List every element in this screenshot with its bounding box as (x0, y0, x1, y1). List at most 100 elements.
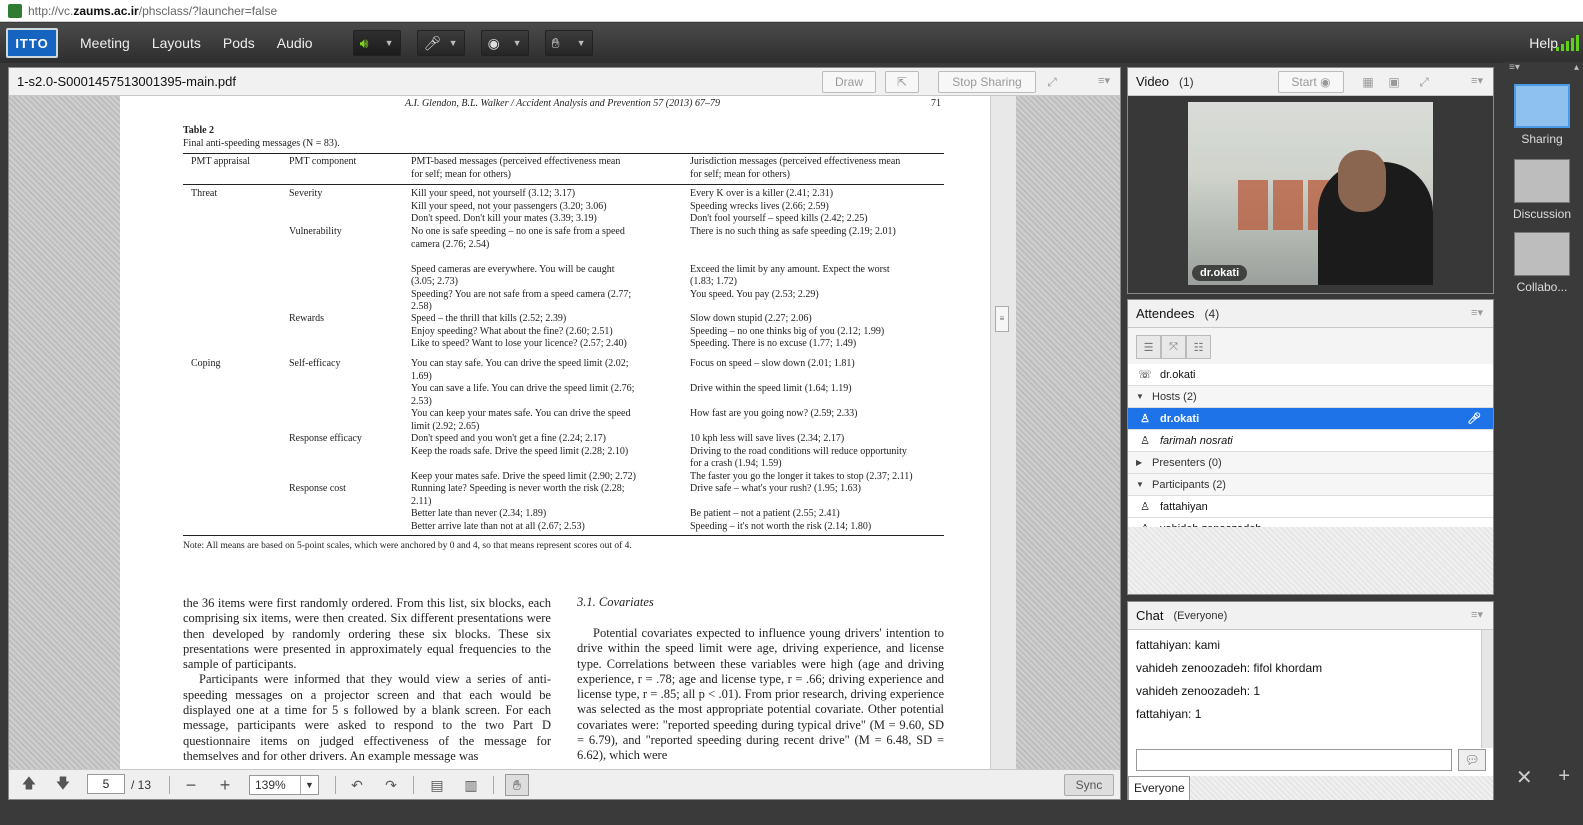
right-column: Potential covariates expected to influen… (577, 626, 944, 763)
table-cell: Vulnerability (289, 226, 342, 237)
next-page-icon[interactable]: 🡇 (51, 774, 75, 796)
microphone-button[interactable]: 🎤︎ ▼ (416, 30, 465, 56)
raise-hand-button[interactable]: ✋︎ ▼ (544, 30, 593, 56)
layouts-menu-icon[interactable]: ≡▾ (1509, 62, 1520, 73)
single-page-icon[interactable]: ▤ (425, 774, 449, 796)
webcam-button[interactable]: ◉ ▼ (480, 30, 529, 56)
list-item[interactable]: ♙ fattahiyan (1128, 496, 1493, 518)
help-menu[interactable]: Help (1529, 35, 1558, 51)
menu-pods[interactable]: Pods (223, 35, 255, 51)
page-number-input[interactable]: 5 (87, 774, 125, 794)
draw-button[interactable]: Draw (822, 71, 876, 93)
chevron-down-icon[interactable]: ▼ (577, 38, 586, 48)
zoom-select[interactable]: 139% ▼ (249, 775, 319, 795)
table-header-cell: PMT appraisal (191, 156, 250, 167)
chat-tab-everyone[interactable]: Everyone (1128, 776, 1190, 800)
breakout-icon[interactable]: ⤧ (1161, 335, 1186, 359)
chat-input[interactable] (1136, 749, 1452, 771)
chat-message: fattahiyan: 1 (1136, 707, 1202, 721)
collapse-panel-icon[interactable]: ▴ (1574, 62, 1579, 73)
presenter-head (1338, 150, 1386, 212)
layout-discussion[interactable]: Discussion (1507, 159, 1577, 221)
chevron-down-icon[interactable]: ▼ (300, 776, 318, 794)
chevron-down-icon[interactable]: ▼ (449, 38, 458, 48)
layout-label: Collabo... (1516, 280, 1568, 294)
pod-options-icon[interactable]: ≡▾ (1471, 608, 1483, 621)
menu-layouts[interactable]: Layouts (152, 35, 201, 51)
sync-button[interactable]: Sync (1064, 774, 1114, 796)
chat-scrollbar[interactable] (1481, 630, 1493, 748)
filmstrip-view-icon[interactable]: ▣ (1382, 71, 1406, 93)
zoom-in-icon[interactable]: + (213, 774, 237, 796)
two-page-icon[interactable]: ▥ (459, 774, 483, 796)
video-pod-header: Video (1) Start ◉ ▦ ▣ ⤢ ≡▾ (1128, 68, 1493, 96)
table-caption: Final anti-speeding messages (N = 83). (183, 138, 340, 149)
layout-sharing[interactable]: Sharing (1507, 84, 1577, 146)
rotate-left-icon[interactable]: ↶ (345, 774, 369, 796)
table-header-cell: Jurisdiction messages (perceived effecti… (690, 156, 901, 180)
expand-icon[interactable]: ▼ (1136, 392, 1146, 401)
list-view-icon[interactable]: ☰ (1136, 335, 1161, 359)
table-cell: Self-efficacy (289, 358, 341, 369)
start-webcam-button[interactable]: Start ◉ (1278, 71, 1344, 93)
attendees-pod-header: Attendees (4) ≡▾ (1128, 300, 1493, 328)
speech-bubble-icon: 💬︎ (1464, 753, 1480, 767)
chat-pod: Chat (Everyone) ≡▾ fattahiyan: kami vahi… (1127, 601, 1494, 800)
pod-options-icon[interactable]: ≡▾ (1471, 306, 1483, 319)
layout-collaboration[interactable]: Collabo... (1507, 232, 1577, 294)
layout-thumbnail (1514, 159, 1570, 203)
hand-tool-icon[interactable]: ✋︎ (505, 774, 529, 796)
phone-icon: ☏ (1138, 369, 1152, 381)
pointer-button[interactable]: ⇱ (885, 71, 919, 93)
pod-options-icon[interactable]: ≡▾ (1471, 74, 1483, 87)
document-scrollbar[interactable]: ≡ (990, 96, 1016, 769)
document-title: 1-s2.0-S0001457513001395-main.pdf (17, 74, 237, 89)
logo: ITTO (6, 28, 58, 58)
status-view-icon[interactable]: ☷ (1186, 335, 1211, 359)
table-cell: Drive safe – what's your rush? (1.95; 1.… (690, 483, 872, 532)
send-message-button[interactable]: 💬︎ (1458, 749, 1486, 771)
speaker-button[interactable]: 🔊︎ ▼ (352, 30, 401, 56)
menu-meeting[interactable]: Meeting (80, 35, 130, 51)
chevron-down-icon[interactable]: ▼ (513, 38, 522, 48)
delete-layout-icon[interactable]: ✕ (1516, 765, 1533, 790)
table-cell: Response cost (289, 483, 346, 494)
site-icon (8, 3, 22, 18)
add-layout-icon[interactable]: + (1558, 765, 1570, 790)
speaker-icon: 🔊︎ (359, 34, 369, 51)
table-cell: Slow down stupid (2.27; 2.06) Speeding –… (690, 313, 885, 349)
rotate-right-icon[interactable]: ↷ (379, 774, 403, 796)
table-cell: Speed – the thrill that kills (2.52; 2.3… (411, 313, 627, 349)
chat-messages: fattahiyan: kami vahideh zenoozadeh: fif… (1136, 638, 1481, 730)
url-text[interactable]: http://vc.zaums.ac.ir/phsclass/?launcher… (28, 4, 277, 18)
document-viewer[interactable]: A.I. Glendon, B.L. Walker / Accident Ana… (9, 96, 1120, 769)
pod-options-icon[interactable]: ≡▾ (1098, 74, 1110, 87)
share-toolbar: 🡅 🡇 5 / 13 − + 139% ▼ ↶ ↷ ▤ ▥ ✋︎ Sync (9, 769, 1120, 799)
menu-audio[interactable]: Audio (277, 35, 313, 51)
attendees-count: (4) (1204, 306, 1220, 321)
chevron-down-icon[interactable]: ▼ (385, 38, 394, 48)
presenters-group[interactable]: ▶ Presenters (0) (1128, 452, 1493, 474)
expand-icon[interactable]: ▼ (1136, 480, 1146, 489)
list-item[interactable]: ♙ farimah nosrati (1128, 430, 1493, 452)
grid-view-icon[interactable]: ▦ (1356, 71, 1380, 93)
video-name-label: dr.okati (1192, 265, 1248, 281)
list-item[interactable]: ☏ dr.okati (1128, 364, 1493, 386)
webcam-video[interactable]: dr.okati (1188, 102, 1433, 285)
stop-sharing-button[interactable]: Stop Sharing (938, 71, 1036, 93)
scrollbar-thumb[interactable]: ≡ (995, 306, 1009, 332)
hosts-group[interactable]: ▼ Hosts (2) (1128, 386, 1493, 408)
fullscreen-icon[interactable]: ⤢ (1041, 71, 1063, 93)
list-item[interactable]: ♙ dr.okati 🎤︎ (1128, 408, 1493, 430)
attendees-pod-title: Attendees (1136, 306, 1195, 321)
address-bar[interactable]: http://vc.zaums.ac.ir/phsclass/?launcher… (0, 0, 1583, 22)
app-window: http://vc.zaums.ac.ir/phsclass/?launcher… (0, 0, 1583, 825)
collapse-icon[interactable]: ▶ (1136, 458, 1146, 467)
table-header-cell: PMT component (289, 156, 357, 167)
zoom-out-icon[interactable]: − (179, 774, 203, 796)
fullscreen-icon[interactable]: ⤢ (1412, 71, 1436, 93)
participants-group[interactable]: ▼ Participants (2) (1128, 474, 1493, 496)
chat-pod-title: Chat (1136, 608, 1164, 623)
media-controls: 🔊︎ ▼ 🎤︎ ▼ ◉ ▼ ✋︎ ▼ (352, 30, 609, 56)
prev-page-icon[interactable]: 🡅 (17, 774, 41, 796)
